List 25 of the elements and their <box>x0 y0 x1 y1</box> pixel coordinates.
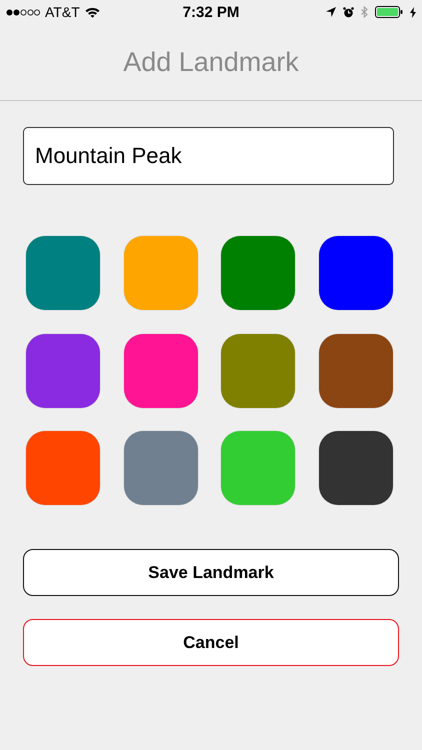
color-swatch[interactable] <box>26 431 100 505</box>
color-swatch[interactable] <box>221 334 295 408</box>
location-arrow-icon <box>326 7 336 17</box>
battery-icon <box>375 6 403 18</box>
charging-bolt-icon <box>410 6 416 18</box>
alarm-clock-icon <box>343 6 354 18</box>
carrier-name: AT&T <box>45 4 80 20</box>
status-time: 7:32 PM <box>182 4 240 20</box>
color-swatch[interactable] <box>221 236 295 310</box>
color-swatch[interactable] <box>26 236 100 310</box>
screen-title: Add Landmark <box>123 46 299 78</box>
color-swatch[interactable] <box>318 334 392 408</box>
color-swatch[interactable] <box>124 334 198 408</box>
color-swatch[interactable] <box>318 431 392 505</box>
color-swatch[interactable] <box>221 431 295 505</box>
bluetooth-icon <box>361 6 368 18</box>
color-swatch[interactable] <box>318 236 392 310</box>
wifi-icon <box>84 6 100 18</box>
cancel-button[interactable]: Cancel <box>23 619 399 666</box>
color-swatch[interactable] <box>124 236 198 310</box>
color-swatch[interactable] <box>124 431 198 505</box>
signal-icon <box>6 8 40 16</box>
landmark-name-field[interactable]: Mountain Peak <box>23 127 394 185</box>
color-swatch[interactable] <box>26 334 100 408</box>
save-button[interactable]: Save Landmark <box>23 549 399 596</box>
